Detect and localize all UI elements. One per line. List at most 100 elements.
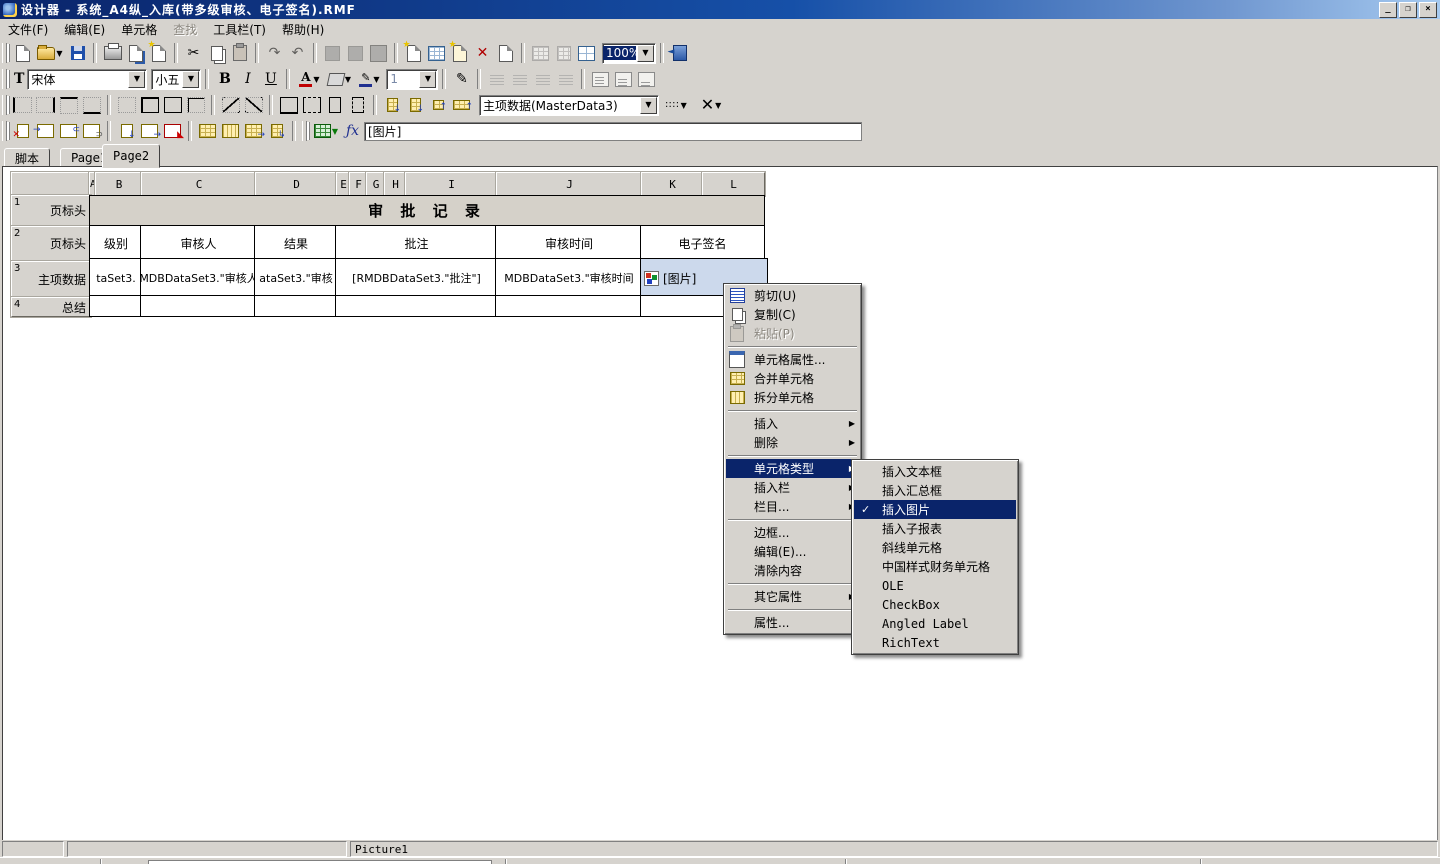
delete-page-button[interactable]: ✕	[471, 42, 494, 64]
line-style-dropdown-icon[interactable]: ▼	[681, 101, 687, 110]
toolbar-grip[interactable]	[2, 121, 7, 141]
zoom-dropdown-icon[interactable]: ▼	[637, 45, 654, 62]
new-report-button[interactable]	[402, 42, 425, 64]
submenu-item-richtext[interactable]: RichText	[854, 633, 1016, 652]
italic-button[interactable]: I	[236, 68, 259, 90]
menu-file[interactable]: 文件(F)	[0, 19, 56, 40]
shrink-col-button[interactable]: ↑	[427, 94, 450, 116]
merge-down-button[interactable]: ↳	[265, 120, 288, 142]
submenu-item-insert-textbox[interactable]: 插入文本框	[854, 462, 1016, 481]
menu-item-clear-content[interactable]: 清除内容	[726, 561, 859, 580]
line-color-button[interactable]: ✎ ▼	[354, 68, 384, 90]
dataset-dropdown-icon[interactable]: ▼	[640, 97, 657, 114]
menu-item-copy[interactable]: 复制(C)	[726, 305, 859, 324]
submenu-item-diagonal-cell[interactable]: 斜线单元格	[854, 538, 1016, 557]
delete-row-button[interactable]: ◣	[161, 120, 184, 142]
zoom-combo[interactable]: 100% ▼	[602, 43, 656, 64]
data-field-button[interactable]: ▼	[311, 120, 341, 142]
merge-across-button[interactable]: →	[242, 120, 265, 142]
col-header-H[interactable]: H	[384, 172, 407, 196]
col-header-K[interactable]: K	[641, 172, 704, 196]
col-header-B[interactable]: B	[95, 172, 143, 196]
close-button[interactable]: ×	[1419, 2, 1437, 18]
fx-button[interactable]: ƒx	[341, 120, 364, 142]
line-color-dropdown-icon[interactable]: ▼	[373, 75, 379, 84]
select-band-button[interactable]: ⊃	[80, 120, 103, 142]
cell-comment-field[interactable]: [RMDBDataSet3."批注"]	[335, 258, 498, 298]
exit-designer-button[interactable]	[668, 42, 691, 64]
menu-cell[interactable]: 单元格	[113, 19, 165, 40]
split-window-button[interactable]	[575, 42, 598, 64]
menu-item-merge-cells[interactable]: 合并单元格	[726, 369, 859, 388]
bold-button[interactable]: B	[213, 68, 236, 90]
open-button[interactable]: ▼	[34, 42, 66, 64]
border-left-button[interactable]	[11, 94, 34, 116]
design-canvas[interactable]: A B C D E F G H I J K L 1 页标头 2 页标头 3 主项…	[2, 166, 1438, 842]
cell-auditor-header[interactable]: 审核人	[140, 225, 257, 261]
cell-signature-header[interactable]: 电子签名	[640, 225, 765, 261]
cut-button[interactable]: ✂	[182, 42, 205, 64]
grow-col-button[interactable]: ↑	[450, 94, 473, 116]
font-size-combo[interactable]: 小五 ▼	[151, 69, 201, 90]
print-button[interactable]	[101, 42, 124, 64]
cell-audittime-field[interactable]: MDBDataSet3."审核时间	[495, 258, 643, 298]
cell-result-header[interactable]: 结果	[254, 225, 338, 261]
col-header-G[interactable]: G	[366, 172, 386, 196]
expression-input[interactable]	[364, 122, 862, 141]
restore-button[interactable]: ❐	[1399, 2, 1417, 18]
diagonal-up-button[interactable]	[242, 94, 265, 116]
submenu-item-insert-subreport[interactable]: 插入子报表	[854, 519, 1016, 538]
menu-item-other-properties[interactable]: 其它属性▶	[726, 587, 859, 606]
cell-level-field[interactable]: taSet3.	[89, 258, 143, 298]
menu-item-cell-properties[interactable]: 单元格属性...	[726, 350, 859, 369]
band-header-1[interactable]: 1 页标头	[11, 195, 91, 226]
insert-col-button[interactable]: →	[34, 120, 57, 142]
same-height-button[interactable]	[323, 94, 346, 116]
paste-button[interactable]	[228, 42, 251, 64]
new-button[interactable]	[11, 42, 34, 64]
same-height2-button[interactable]	[346, 94, 369, 116]
insert-col-left-button[interactable]: ✕	[11, 120, 34, 142]
menu-item-split-cell[interactable]: 拆分单元格	[726, 388, 859, 407]
valign-middle-button[interactable]	[612, 68, 635, 90]
menu-help[interactable]: 帮助(H)	[274, 19, 332, 40]
col-header-D[interactable]: D	[255, 172, 338, 196]
valign-top-button[interactable]	[589, 68, 612, 90]
summary-cell[interactable]	[140, 295, 257, 317]
menu-item-columns[interactable]: 栏目...▶	[726, 497, 859, 516]
border-top-button[interactable]	[57, 94, 80, 116]
summary-cell[interactable]	[254, 295, 338, 317]
cell-comment-header[interactable]: 批注	[335, 225, 498, 261]
dataset-combo[interactable]: 主项数据(MasterData3) ▼	[479, 95, 659, 116]
insert-row-above-button[interactable]: ↓	[115, 120, 138, 142]
save-button[interactable]	[66, 42, 89, 64]
menu-item-borders[interactable]: 边框...	[726, 523, 859, 542]
menu-item-cell-type[interactable]: 单元格类型▶	[726, 459, 859, 478]
font-name-dropdown-icon[interactable]: ▼	[128, 71, 145, 88]
toolbar-grip[interactable]	[302, 121, 307, 141]
toolbar-grip[interactable]	[2, 69, 7, 89]
font-color-dropdown-icon[interactable]: ▼	[313, 75, 319, 84]
print-preview-button[interactable]	[124, 42, 147, 64]
split-cell-button[interactable]	[219, 120, 242, 142]
grid-corner[interactable]	[11, 172, 91, 196]
menu-edit[interactable]: 编辑(E)	[56, 19, 113, 40]
submenu-item-checkbox[interactable]: CheckBox	[854, 595, 1016, 614]
font-size-dropdown-icon[interactable]: ▼	[182, 71, 199, 88]
menu-item-delete[interactable]: 删除▶	[726, 433, 859, 452]
toolbar-grip[interactable]	[2, 95, 7, 115]
tab-page2[interactable]: Page2	[102, 144, 160, 168]
delete-cell-button[interactable]: ✕▼	[693, 94, 729, 116]
cell-title[interactable]: 审 批 记 录	[89, 195, 765, 226]
submenu-item-insert-picture[interactable]: ✓插入图片	[854, 500, 1016, 519]
cell-level-header[interactable]: 级别	[89, 225, 143, 261]
minimize-button[interactable]: _	[1379, 2, 1397, 18]
copy-button[interactable]	[205, 42, 228, 64]
submenu-item-chinese-finance-cell[interactable]: 中国样式财务单元格	[854, 557, 1016, 576]
font-name-combo[interactable]: 宋体 ▼	[27, 69, 147, 90]
menu-item-insert-band[interactable]: 插入栏▶	[726, 478, 859, 497]
menu-toolbars[interactable]: 工具栏(T)	[205, 19, 274, 40]
col-header-I[interactable]: I	[405, 172, 498, 196]
menu-item-edit[interactable]: 编辑(E)...	[726, 542, 859, 561]
insert-table-button[interactable]	[425, 42, 448, 64]
